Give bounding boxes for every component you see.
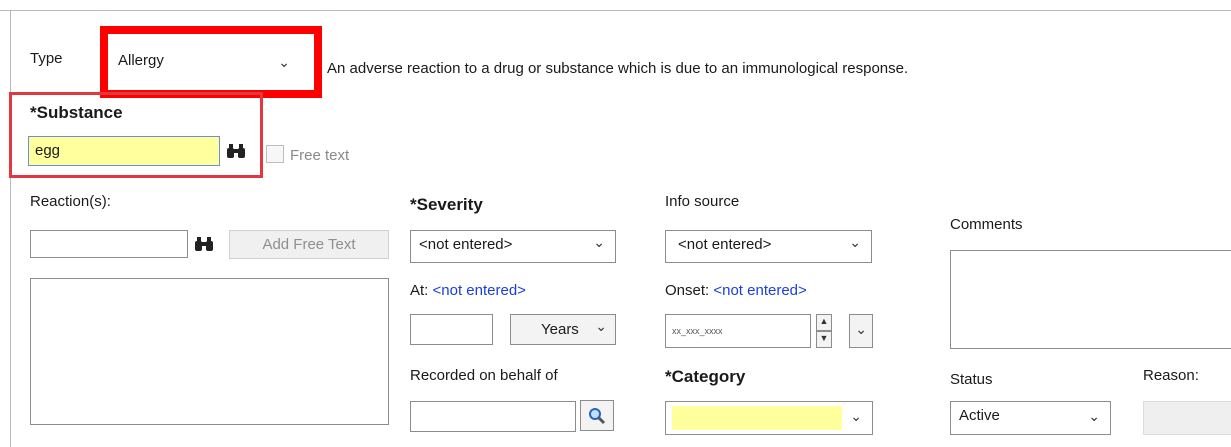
reactions-label: Reaction(s): (30, 193, 111, 210)
reactions-search-button[interactable] (189, 229, 219, 259)
status-select-value: Active (959, 407, 1000, 424)
info-source-select-value: <not entered> (678, 236, 772, 253)
reactions-input[interactable] (30, 230, 188, 258)
onset-date-input[interactable]: xx_xxx_xxxx (665, 314, 811, 348)
chevron-down-icon: ⌄ (850, 408, 862, 424)
reason-label: Reason: (1143, 367, 1199, 384)
severity-label: *Severity (410, 195, 483, 214)
recorded-input[interactable] (410, 401, 576, 432)
onset-dropdown-button[interactable]: ⌄ (849, 314, 873, 348)
recorded-search-button[interactable] (580, 400, 614, 431)
type-description: An adverse reaction to a drug or substan… (327, 60, 909, 77)
annotation-highlight-substance (9, 92, 263, 178)
onset-row: Onset: <not entered> (665, 282, 807, 299)
recorded-label: Recorded on behalf of (410, 367, 558, 384)
chevron-down-icon: ⌄ (849, 234, 861, 250)
form-frame-left (10, 10, 11, 447)
annotation-highlight-type (100, 26, 322, 98)
status-label: Status (950, 371, 993, 388)
free-text-label: Free text (290, 147, 350, 164)
free-text-checkbox[interactable] (266, 145, 284, 163)
category-select[interactable]: ⌄ (665, 401, 873, 435)
onset-label: Onset: (665, 282, 710, 299)
reason-field[interactable] (1143, 401, 1231, 435)
status-select[interactable]: Active ⌄ (950, 401, 1111, 435)
category-required-highlight (672, 406, 842, 430)
severity-select-value: <not entered> (419, 236, 513, 253)
chevron-down-icon: ⌄ (595, 318, 607, 334)
binoculars-icon (195, 237, 213, 251)
severity-select[interactable]: <not entered> ⌄ (410, 230, 616, 263)
years-select-value: Years (541, 321, 579, 338)
category-label: *Category (665, 367, 746, 386)
severity-at-row: At: <not entered> (410, 282, 526, 299)
comments-textarea[interactable] (950, 250, 1231, 349)
years-select[interactable]: Years ⌄ (510, 314, 616, 345)
chevron-down-icon: ⌄ (855, 321, 867, 337)
at-link[interactable]: <not entered> (433, 282, 526, 299)
chevron-down-icon: ⌄ (593, 234, 605, 250)
info-source-select[interactable]: <not entered> ⌄ (665, 230, 872, 263)
add-free-text-button[interactable]: Add Free Text (229, 230, 389, 259)
info-source-label: Info source (665, 193, 740, 210)
onset-spin-up[interactable]: ▲ (816, 314, 832, 331)
reactions-list[interactable] (30, 278, 389, 425)
at-label: At: (410, 282, 429, 299)
onset-link[interactable]: <not entered> (713, 282, 806, 299)
comments-label: Comments (950, 216, 1023, 233)
type-label: Type (30, 50, 63, 67)
onset-spin-down[interactable]: ▼ (816, 331, 832, 348)
chevron-down-icon: ⌄ (1088, 408, 1100, 424)
magnifier-icon (589, 407, 606, 424)
form-frame-top (0, 10, 1231, 11)
at-number-input[interactable] (410, 314, 493, 345)
